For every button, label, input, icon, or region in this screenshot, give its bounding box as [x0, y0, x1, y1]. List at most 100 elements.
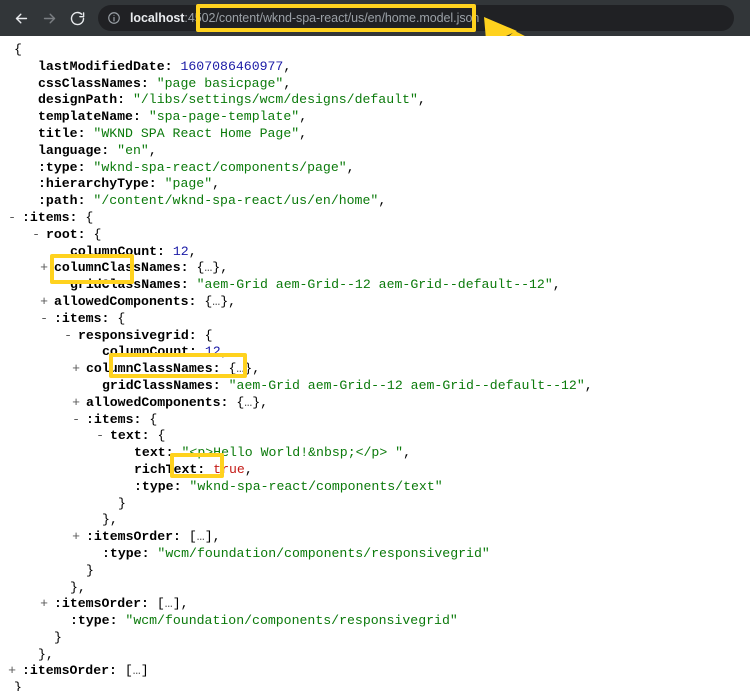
json-line[interactable]: gridClassNames: "aem-Grid aem-Grid--12 a… [0, 378, 750, 395]
json-viewer[interactable]: {lastModifiedDate: 1607086460977, cssClas… [0, 36, 750, 691]
json-token-k: templateName: [38, 109, 141, 125]
json-line[interactable]: +:itemsOrder: […], [0, 529, 750, 546]
json-line[interactable]: lastModifiedDate: 1607086460977, [0, 59, 750, 76]
json-token-k: :type: [38, 159, 86, 175]
json-line[interactable]: columnCount: 12, [0, 344, 750, 361]
expand-toggle-icon[interactable]: + [8, 361, 86, 378]
json-line[interactable]: designPath: "/libs/settings/wcm/designs/… [0, 92, 750, 109]
reload-button[interactable] [64, 5, 90, 31]
collapse-toggle-icon[interactable]: - [8, 428, 110, 445]
json-token-pun: { [196, 293, 213, 309]
json-token-pun: { [77, 209, 94, 225]
json-token-pun: { [188, 260, 205, 276]
expand-toggle-icon[interactable]: + [8, 529, 86, 546]
json-line[interactable]: +:itemsOrder: […] [0, 663, 750, 680]
info-circle-icon[interactable] [106, 10, 122, 26]
json-token-pun: { [85, 226, 102, 242]
json-line[interactable]: :hierarchyType: "page", [0, 176, 750, 193]
json-line[interactable]: }, [0, 647, 750, 664]
collapse-toggle-icon[interactable]: - [8, 227, 46, 244]
json-token-pun: , [148, 142, 157, 158]
json-line[interactable]: -:items: { [0, 412, 750, 429]
json-line[interactable]: - root: { [0, 227, 750, 244]
json-line[interactable]: - responsivegrid: { [0, 328, 750, 345]
json-token-ell: … [196, 529, 205, 545]
expand-toggle-icon[interactable]: + [8, 260, 54, 277]
json-token-str: "aem-Grid aem-Grid--12 aem-Grid--default… [196, 277, 553, 293]
json-token-k: columnClassNames: [86, 361, 221, 377]
json-token-k: :itemsOrder: [22, 663, 117, 679]
json-token-num: 12 [204, 344, 221, 360]
collapse-toggle-icon[interactable]: - [8, 311, 54, 328]
json-line[interactable]: } [0, 563, 750, 580]
expand-toggle-icon[interactable]: + [8, 663, 22, 680]
json-line[interactable]: text: "<p>Hello World!&nbsp;</p> ", [0, 445, 750, 462]
json-token-pun: } [118, 495, 126, 511]
json-token-pun [125, 92, 133, 107]
json-token-k: lastModifiedDate: [38, 58, 173, 74]
json-token-pun: { [141, 411, 158, 427]
json-token-pun [189, 277, 197, 292]
collapse-toggle-icon[interactable]: - [8, 210, 22, 227]
json-token-k: cssClassNames: [38, 75, 149, 91]
json-token-pun: , [417, 92, 426, 108]
json-line[interactable]: + columnClassNames: {…}, [0, 361, 750, 378]
json-token-pun: , [283, 75, 292, 91]
json-line[interactable]: } [0, 496, 750, 513]
json-line[interactable]: + allowedComponents: {…}, [0, 294, 750, 311]
expand-toggle-icon[interactable]: + [8, 596, 54, 613]
url-text[interactable]: localhost:4502/content/wknd-spa-react/us… [130, 5, 479, 31]
address-bar[interactable]: localhost:4502/content/wknd-spa-react/us… [98, 5, 734, 31]
forward-button[interactable] [36, 5, 62, 31]
json-line[interactable]: richText: true, [0, 462, 750, 479]
json-token-pun [165, 244, 173, 259]
collapse-toggle-icon[interactable]: - [8, 412, 86, 429]
json-line[interactable]: gridClassNames: "aem-Grid aem-Grid--12 a… [0, 277, 750, 294]
json-line[interactable]: language: "en", [0, 143, 750, 160]
json-line[interactable]: + allowedComponents: {…}, [0, 395, 750, 412]
json-line[interactable]: cssClassNames: "page basicpage", [0, 76, 750, 93]
json-token-pun: } [86, 562, 94, 578]
json-line[interactable]: :path: "/content/wknd-spa-react/us/en/ho… [0, 193, 750, 210]
json-token-k: :path: [38, 193, 86, 209]
json-token-pun: ], [172, 596, 189, 612]
json-token-k: text: [134, 445, 174, 461]
expand-toggle-icon[interactable]: + [8, 294, 54, 311]
forward-arrow-icon [41, 10, 58, 27]
expand-toggle-icon[interactable]: + [8, 395, 86, 412]
json-line[interactable]: templateName: "spa-page-template", [0, 109, 750, 126]
collapse-toggle-icon[interactable]: - [8, 328, 78, 345]
json-line[interactable]: +:itemsOrder: […], [0, 596, 750, 613]
json-token-pun: , [212, 176, 221, 192]
json-token-ell: … [164, 596, 173, 612]
json-line[interactable]: -:items: { [0, 311, 750, 328]
json-line[interactable]: :type: "wknd-spa-react/components/page", [0, 160, 750, 177]
json-line[interactable]: columnCount: 12, [0, 244, 750, 261]
json-line[interactable]: :type: "wcm/foundation/components/respon… [0, 546, 750, 563]
json-token-str: "en" [117, 142, 149, 158]
json-token-ell: … [244, 394, 253, 410]
json-token-pun: , [188, 243, 197, 259]
json-token-k: :items: [86, 411, 142, 427]
json-line[interactable]: + columnClassNames: {…}, [0, 260, 750, 277]
json-token-str: "wcm/foundation/components/responsivegri… [157, 545, 490, 561]
json-token-pun: }, [220, 293, 237, 309]
json-line[interactable]: :type: "wknd-spa-react/components/text" [0, 479, 750, 496]
json-line[interactable]: - text: { [0, 428, 750, 445]
json-token-pun [221, 378, 229, 393]
json-token-pun: }, [244, 361, 261, 377]
json-line[interactable]: { [0, 42, 750, 59]
json-token-k: :items: [54, 310, 110, 326]
json-line[interactable]: } [0, 680, 750, 691]
json-token-k: :itemsOrder: [54, 596, 149, 612]
json-line[interactable]: :type: "wcm/foundation/components/respon… [0, 613, 750, 630]
json-line[interactable]: }, [0, 580, 750, 597]
json-line[interactable]: -:items: { [0, 210, 750, 227]
json-line[interactable]: title: "WKND SPA React Home Page", [0, 126, 750, 143]
json-token-k: responsivegrid: [78, 327, 197, 343]
json-line[interactable]: }, [0, 512, 750, 529]
json-token-k: columnClassNames: [54, 260, 189, 276]
json-line[interactable]: } [0, 630, 750, 647]
json-token-k: root: [46, 226, 86, 242]
back-button[interactable] [8, 5, 34, 31]
